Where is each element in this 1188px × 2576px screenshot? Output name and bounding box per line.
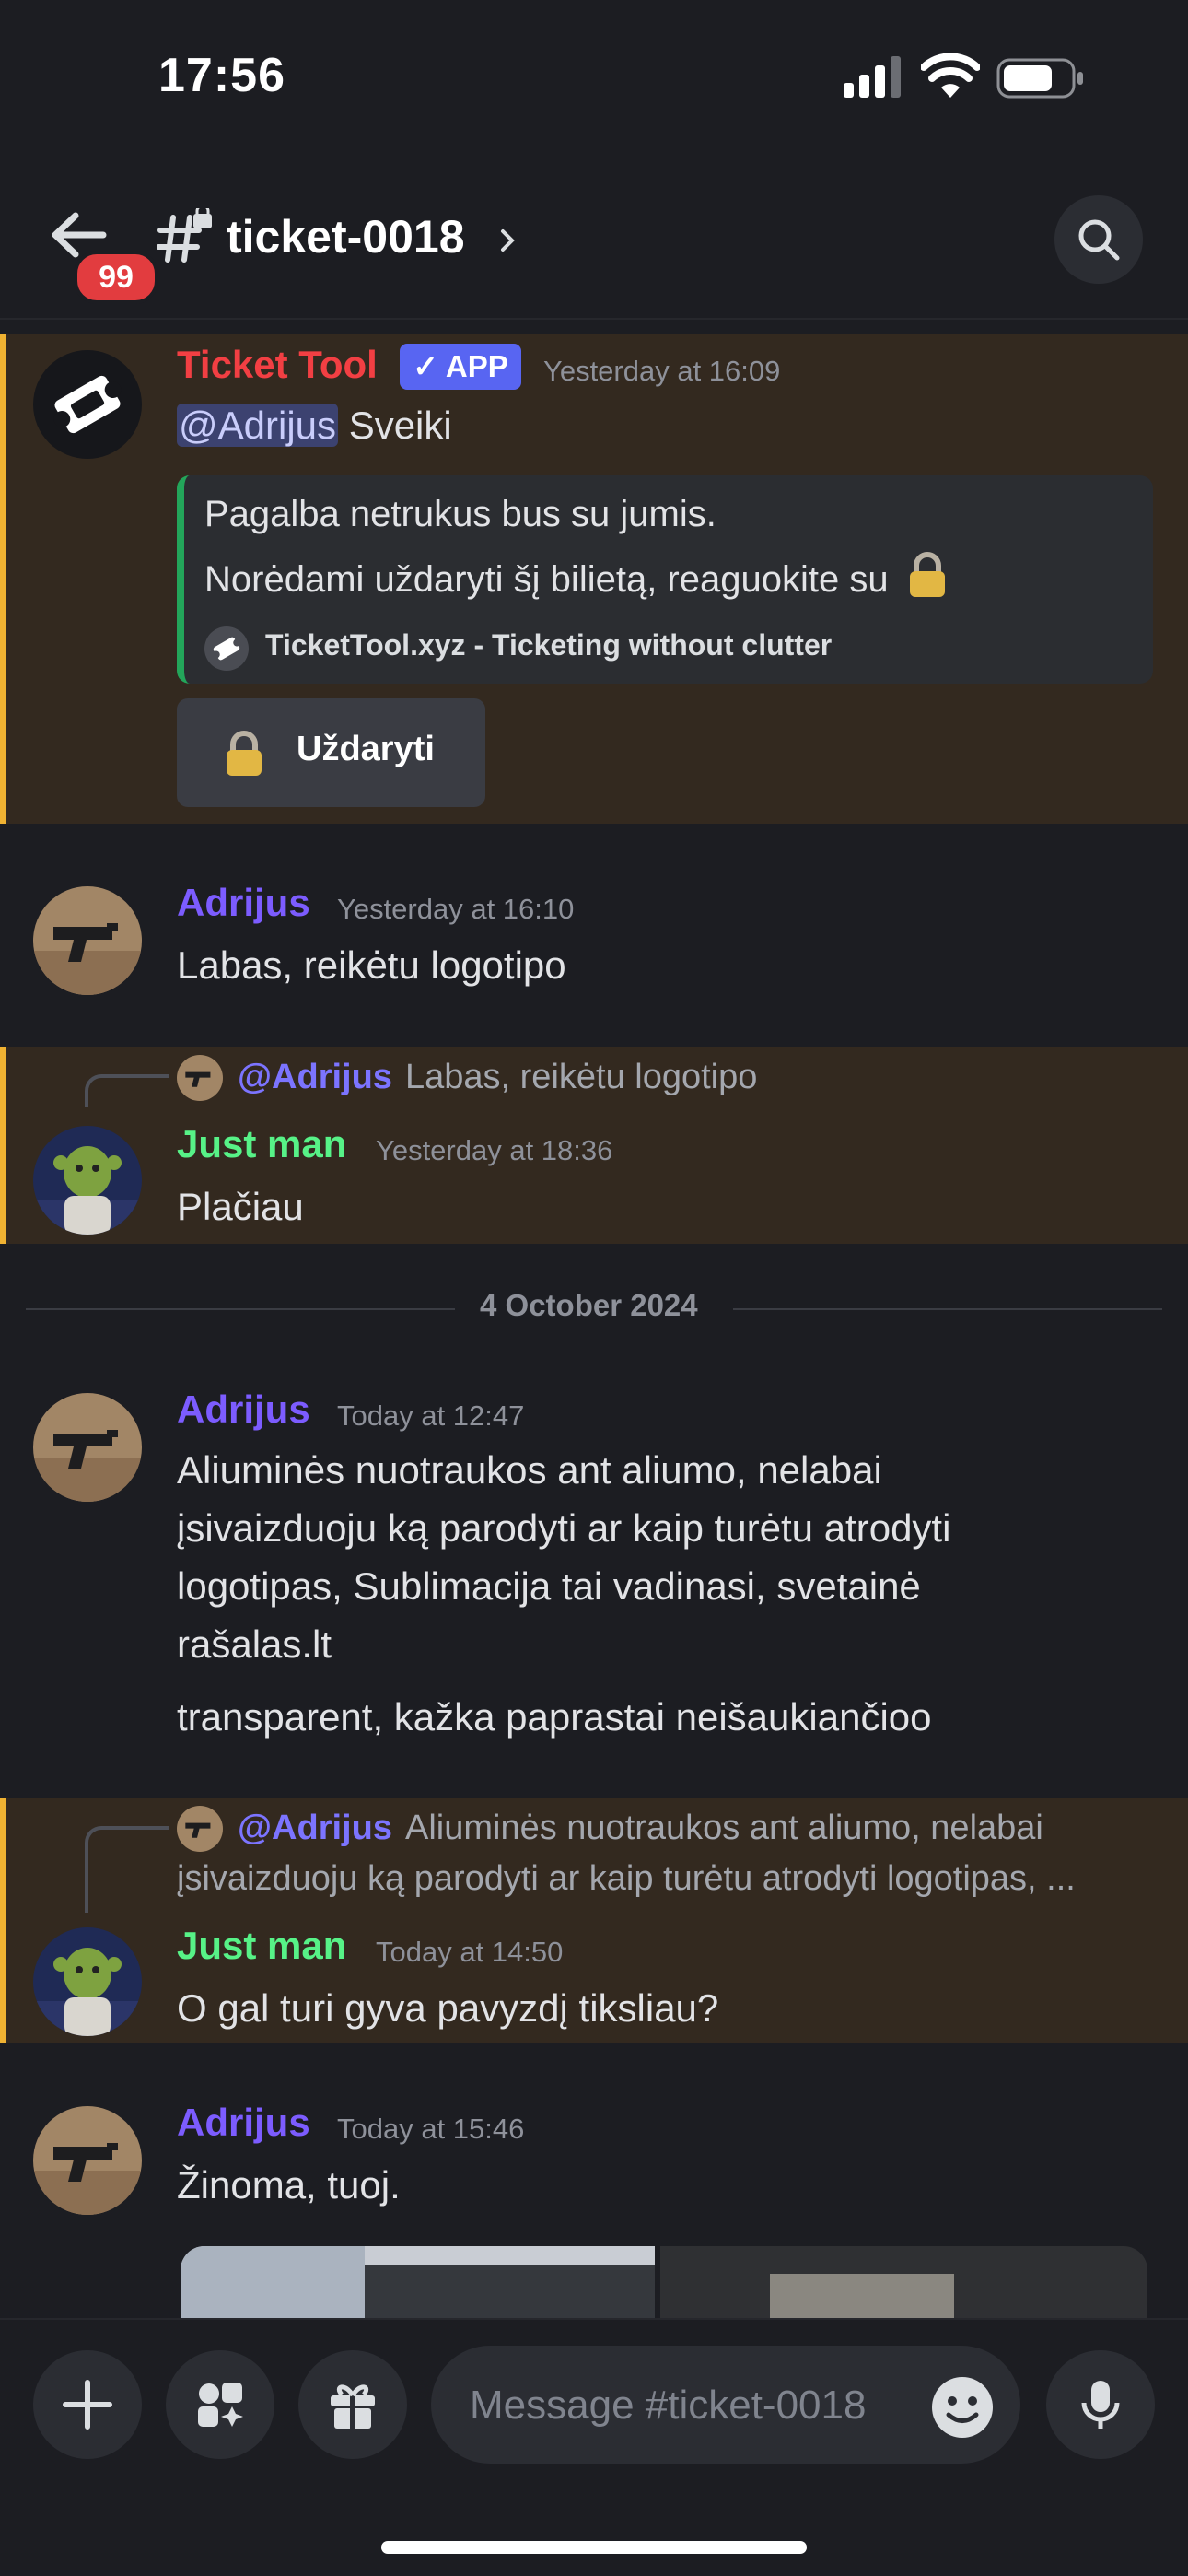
message-timestamp: Yesterday at 18:36 — [376, 1134, 613, 1166]
avatar[interactable] — [33, 350, 142, 459]
avatar[interactable] — [33, 886, 142, 995]
message-text: Aliuminės nuotraukos ant aliumo, nelabai… — [177, 1441, 950, 1673]
message-timestamp: Today at 12:47 — [337, 1399, 525, 1432]
date-divider-line — [733, 1308, 1162, 1310]
author-name[interactable]: Adrijus — [177, 881, 310, 925]
shrek-avatar-icon — [33, 1126, 142, 1235]
shrek-avatar-icon — [33, 1927, 142, 2036]
avatar[interactable] — [33, 2106, 142, 2215]
reply-preview[interactable]: Labas, reikėtu logotipo — [405, 1058, 757, 1097]
avatar[interactable] — [33, 1126, 142, 1235]
image-attachment[interactable] — [181, 2246, 1147, 2320]
reply-avatar — [177, 1806, 223, 1852]
user-mention[interactable]: @Adrijus — [177, 404, 339, 447]
gift-button[interactable] — [298, 2350, 407, 2459]
author-name[interactable]: Adrijus — [177, 1388, 310, 1432]
message-timestamp: Today at 14:50 — [376, 1936, 564, 1968]
gun-avatar-icon — [33, 2106, 142, 2215]
embed-line-text: Norėdami uždaryti šį bilietą, reaguokite… — [204, 559, 889, 600]
message-content: @Adrijus Sveiki — [177, 396, 452, 454]
app-tag: ✓ APP — [400, 344, 521, 390]
reply-preview[interactable]: Aliuminės nuotraukos ant aliumo, nelabai — [405, 1809, 1043, 1848]
message-text: Labas, reikėtu logotipo — [177, 943, 566, 987]
message-line: rašalas.lt — [177, 1622, 332, 1666]
message-line: įsivaizduoju ką parodyti ar kaip turėtu … — [177, 1506, 951, 1550]
avatar[interactable] — [33, 1393, 142, 1502]
header-divider — [0, 318, 1188, 320]
attach-button[interactable] — [33, 2350, 142, 2459]
embed-footer-text: TicketTool.xyz - Ticketing without clutt… — [265, 628, 833, 662]
reply-preview[interactable]: įsivaizduoju ką parodyti ar kaip turėtu … — [177, 1859, 1076, 1899]
wifi-icon — [921, 53, 980, 98]
lock-icon — [909, 552, 945, 597]
photo-thumbnail — [181, 2246, 1147, 2320]
message-text: transparent, kažka paprastai neišaukianč… — [177, 1695, 932, 1739]
text-channel-locked-icon — [157, 208, 212, 263]
embed-line: Norėdami uždaryti šį bilietą, reaguokite… — [204, 551, 949, 601]
gun-avatar-icon — [177, 1806, 223, 1852]
reply-author[interactable]: @Adrijus — [238, 1058, 392, 1097]
home-indicator — [381, 2541, 807, 2554]
lock-icon — [227, 731, 262, 776]
emoji-icon[interactable] — [930, 2375, 995, 2440]
message-timestamp: Today at 15:46 — [337, 2113, 525, 2145]
apps-button[interactable] — [166, 2350, 274, 2459]
message-input-placeholder: Message #ticket-0018 — [470, 2383, 867, 2428]
close-button-label: Uždaryti — [297, 730, 435, 768]
reply-connector — [85, 1826, 169, 1913]
message-text: Plačiau — [177, 1185, 304, 1228]
status-time: 17:56 — [158, 49, 285, 102]
ticket-icon — [212, 637, 241, 661]
message-timestamp: Yesterday at 16:09 — [543, 355, 781, 387]
author-name[interactable]: Adrijus — [177, 2101, 310, 2145]
chevron-right-icon[interactable] — [497, 217, 519, 263]
message-timestamp: Yesterday at 16:10 — [337, 893, 575, 925]
reply-connector — [85, 1074, 169, 1107]
author-name[interactable]: Just man — [177, 1122, 346, 1166]
message-line: logotipas, Sublimacija tai vadinasi, sve… — [177, 1564, 921, 1608]
message-text: O gal turi gyva pavyzdį tiksliau? — [177, 1986, 719, 2030]
gun-avatar-icon — [33, 886, 142, 995]
embed-line: Pagalba netrukus bus su jumis. — [204, 494, 716, 534]
gun-avatar-icon — [177, 1055, 223, 1101]
message-text: Žinoma, tuoj. — [177, 2163, 401, 2207]
author-name[interactable]: Just man — [177, 1924, 346, 1968]
app-tag-label: APP — [445, 349, 508, 383]
embed-footer-icon — [204, 626, 249, 671]
gun-avatar-icon — [33, 1393, 142, 1502]
ticket-icon — [53, 375, 122, 434]
battery-icon — [996, 58, 1083, 99]
reply-avatar — [177, 1055, 223, 1101]
unread-badge: 99 — [74, 251, 158, 304]
voice-message-button[interactable] — [1046, 2350, 1155, 2459]
search-button[interactable] — [1054, 195, 1143, 284]
author-name[interactable]: Ticket Tool — [177, 343, 378, 387]
reply-author[interactable]: @Adrijus — [238, 1809, 392, 1848]
plus-icon — [63, 2380, 112, 2430]
channel-title[interactable]: ticket-0018 — [227, 210, 465, 263]
date-divider: 4 October 2024 — [480, 1288, 698, 1322]
message-text: Sveiki — [348, 404, 452, 447]
gift-icon — [331, 2384, 375, 2429]
cellular-signal-icon — [844, 56, 901, 98]
avatar[interactable] — [33, 1927, 142, 2036]
microphone-icon — [1081, 2381, 1120, 2429]
apps-icon — [198, 2383, 243, 2427]
date-divider-line — [26, 1308, 455, 1310]
message-line: Aliuminės nuotraukos ant aliumo, nelabai — [177, 1448, 882, 1492]
close-ticket-button[interactable]: Uždaryti — [177, 698, 485, 807]
search-icon — [1078, 219, 1120, 261]
